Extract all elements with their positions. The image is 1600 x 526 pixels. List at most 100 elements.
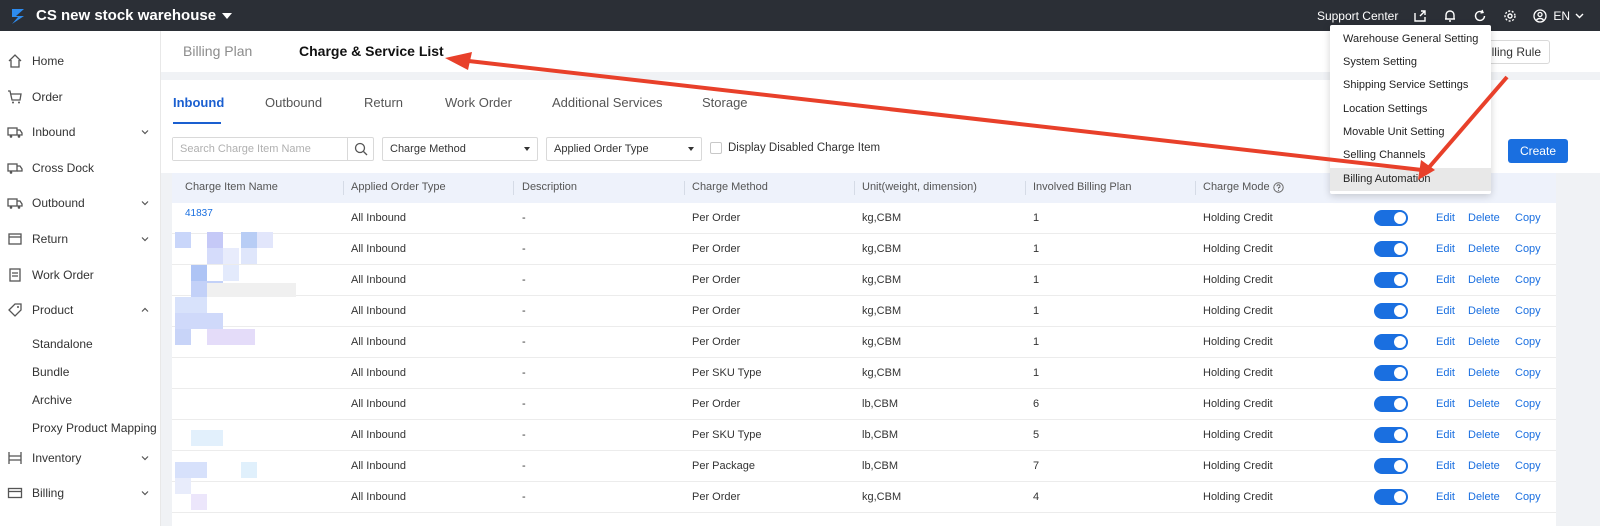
menu-item-selling-channels[interactable]: Selling Channels bbox=[1330, 144, 1491, 167]
sidebar-item-outbound[interactable]: Outbound bbox=[0, 188, 161, 218]
menu-item-warehouse-general-setting[interactable]: Warehouse General Setting bbox=[1330, 28, 1491, 51]
warehouse-selector[interactable]: CS new stock warehouse bbox=[36, 7, 233, 24]
edit-link[interactable]: Edit bbox=[1436, 460, 1455, 472]
delete-link[interactable]: Delete bbox=[1468, 367, 1500, 379]
language-selector[interactable]: EN bbox=[1532, 8, 1584, 24]
sidebar-item-inbound[interactable]: Inbound bbox=[0, 117, 161, 147]
sidebar-subitem-standalone[interactable]: Standalone bbox=[32, 337, 93, 351]
settings-dropdown-menu: Warehouse General Setting System Setting… bbox=[1330, 25, 1491, 194]
delete-link[interactable]: Delete bbox=[1468, 429, 1500, 441]
enable-toggle[interactable] bbox=[1374, 365, 1408, 381]
enable-toggle[interactable] bbox=[1374, 334, 1408, 350]
column-header: Charge Item Name bbox=[185, 181, 278, 193]
copy-link[interactable]: Copy bbox=[1515, 429, 1541, 441]
delete-link[interactable]: Delete bbox=[1468, 274, 1500, 286]
help-icon[interactable] bbox=[1273, 182, 1284, 193]
display-disabled-toggle[interactable]: Display Disabled Charge Item bbox=[710, 142, 880, 154]
enable-toggle[interactable] bbox=[1374, 427, 1408, 443]
tab-storage[interactable]: Storage bbox=[702, 95, 748, 110]
cell-desc: - bbox=[522, 336, 526, 348]
sidebar-subitem-archive[interactable]: Archive bbox=[32, 393, 72, 407]
tab-billing-plan[interactable]: Billing Plan bbox=[183, 43, 252, 59]
menu-item-location-settings[interactable]: Location Settings bbox=[1330, 98, 1491, 121]
edit-link[interactable]: Edit bbox=[1436, 305, 1455, 317]
delete-link[interactable]: Delete bbox=[1468, 491, 1500, 503]
enable-toggle[interactable] bbox=[1374, 303, 1408, 319]
gear-icon[interactable] bbox=[1502, 8, 1518, 24]
caret-down-icon bbox=[524, 147, 530, 151]
sidebar-item-product[interactable]: Product bbox=[0, 295, 161, 325]
display-disabled-checkbox[interactable] bbox=[710, 142, 722, 154]
tab-work-order[interactable]: Work Order bbox=[445, 95, 512, 110]
sidebar-item-work-order[interactable]: Work Order bbox=[0, 260, 161, 290]
sidebar-item-label: Billing bbox=[32, 486, 65, 500]
delete-link[interactable]: Delete bbox=[1468, 398, 1500, 410]
redacted-block bbox=[223, 248, 239, 264]
edit-link[interactable]: Edit bbox=[1436, 212, 1455, 224]
copy-link[interactable]: Copy bbox=[1515, 336, 1541, 348]
copy-link[interactable]: Copy bbox=[1515, 274, 1541, 286]
copy-link[interactable]: Copy bbox=[1515, 305, 1541, 317]
edit-link[interactable]: Edit bbox=[1436, 429, 1455, 441]
delete-link[interactable]: Delete bbox=[1468, 212, 1500, 224]
enable-toggle[interactable] bbox=[1374, 272, 1408, 288]
copy-link[interactable]: Copy bbox=[1515, 491, 1541, 503]
enable-toggle[interactable] bbox=[1374, 489, 1408, 505]
cell-mode: Holding Credit bbox=[1203, 367, 1273, 379]
delete-link[interactable]: Delete bbox=[1468, 305, 1500, 317]
create-button[interactable]: Create bbox=[1507, 139, 1568, 163]
copy-link[interactable]: Copy bbox=[1515, 460, 1541, 472]
copy-link[interactable]: Copy bbox=[1515, 212, 1541, 224]
sidebar-item-return[interactable]: Return bbox=[0, 224, 161, 254]
edit-link[interactable]: Edit bbox=[1436, 491, 1455, 503]
menu-item-system-setting[interactable]: System Setting bbox=[1330, 51, 1491, 74]
copy-link[interactable]: Copy bbox=[1515, 243, 1541, 255]
export-icon[interactable] bbox=[1412, 8, 1428, 24]
enable-toggle[interactable] bbox=[1374, 210, 1408, 226]
edit-link[interactable]: Edit bbox=[1436, 336, 1455, 348]
sidebar-subitem-proxy-product-mapping[interactable]: Proxy Product Mapping bbox=[32, 421, 157, 435]
bell-icon[interactable] bbox=[1442, 8, 1458, 24]
redacted-block bbox=[175, 478, 191, 494]
tab-inbound[interactable]: Inbound bbox=[173, 95, 224, 110]
delete-link[interactable]: Delete bbox=[1468, 336, 1500, 348]
applied-order-type-select[interactable]: Applied Order Type bbox=[546, 137, 702, 161]
charge-item-name-link[interactable]: 41837 bbox=[185, 208, 213, 219]
menu-item-billing-automation[interactable]: Billing Automation bbox=[1330, 168, 1491, 191]
search-icon[interactable] bbox=[347, 138, 373, 160]
tab-return[interactable]: Return bbox=[364, 95, 403, 110]
charge-items-table: Charge Item Name Applied Order Type Desc… bbox=[172, 173, 1556, 526]
cell-plans: 6 bbox=[1033, 398, 1040, 410]
refresh-icon[interactable] bbox=[1472, 8, 1488, 24]
support-center-link[interactable]: Support Center bbox=[1317, 9, 1398, 23]
tab-charge-service-list[interactable]: Charge & Service List bbox=[299, 43, 444, 59]
sidebar-item-inventory[interactable]: Inventory bbox=[0, 443, 161, 473]
delete-link[interactable]: Delete bbox=[1468, 460, 1500, 472]
copy-link[interactable]: Copy bbox=[1515, 398, 1541, 410]
menu-item-shipping-service-settings[interactable]: Shipping Service Settings bbox=[1330, 74, 1491, 97]
redacted-block bbox=[241, 462, 257, 478]
copy-link[interactable]: Copy bbox=[1515, 367, 1541, 379]
table-row: All Inbound - Per Order kg,CBM 4 Holding Cred… bbox=[172, 482, 1556, 513]
edit-link[interactable]: Edit bbox=[1436, 243, 1455, 255]
edit-link[interactable]: Edit bbox=[1436, 367, 1455, 379]
menu-item-movable-unit-setting[interactable]: Movable Unit Setting bbox=[1330, 121, 1491, 144]
sidebar-item-billing[interactable]: Billing bbox=[0, 478, 161, 508]
charge-method-select[interactable]: Charge Method bbox=[382, 137, 538, 161]
delete-link[interactable]: Delete bbox=[1468, 243, 1500, 255]
sidebar-item-order[interactable]: Order bbox=[0, 82, 161, 112]
sidebar-item-home[interactable]: Home bbox=[0, 46, 161, 76]
cell-plans: 4 bbox=[1033, 491, 1040, 503]
edit-link[interactable]: Edit bbox=[1436, 274, 1455, 286]
edit-link[interactable]: Edit bbox=[1436, 398, 1455, 410]
table-row: All Inbound - Per Order kg,CBM 1 Holding Cred… bbox=[172, 265, 1556, 296]
return-box-icon bbox=[7, 231, 23, 247]
tab-additional-services[interactable]: Additional Services bbox=[552, 95, 663, 110]
enable-toggle[interactable] bbox=[1374, 396, 1408, 412]
tab-outbound[interactable]: Outbound bbox=[265, 95, 322, 110]
sidebar-item-cross-dock[interactable]: Cross Dock bbox=[0, 153, 161, 183]
enable-toggle[interactable] bbox=[1374, 241, 1408, 257]
enable-toggle[interactable] bbox=[1374, 458, 1408, 474]
sidebar-subitem-bundle[interactable]: Bundle bbox=[32, 365, 69, 379]
search-input[interactable] bbox=[173, 138, 348, 160]
